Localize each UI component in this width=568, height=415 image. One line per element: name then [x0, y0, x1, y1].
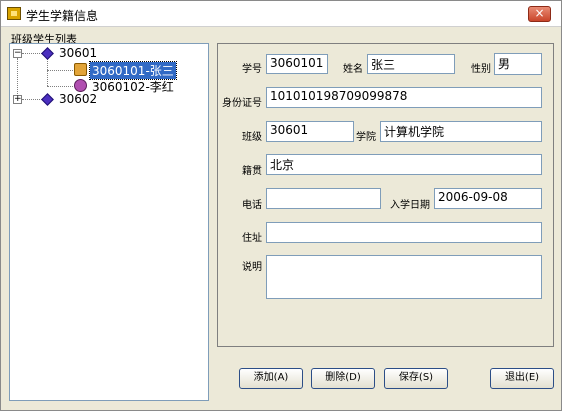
save-button[interactable]: 保存(S): [384, 368, 448, 389]
gender-field[interactable]: 男: [494, 53, 542, 75]
notes-textarea[interactable]: [266, 255, 542, 299]
student-edit-icon: [74, 63, 87, 76]
phone-label: 电话: [242, 200, 262, 211]
class-label: 班级: [242, 132, 262, 143]
id-number-field[interactable]: 101010198709099878: [266, 87, 542, 108]
name-field[interactable]: 张三: [367, 54, 455, 74]
tree-node-class-30602[interactable]: 30602: [59, 92, 97, 106]
native-place-field[interactable]: 北京: [266, 154, 542, 175]
expander-collapse-icon[interactable]: −: [13, 49, 22, 58]
exit-button[interactable]: 退出(E): [490, 368, 554, 389]
add-button[interactable]: 添加(A): [239, 368, 303, 389]
enroll-date-label: 入学日期: [390, 200, 430, 211]
native-place-label: 籍贯: [242, 166, 262, 177]
tree-node-student-3060101[interactable]: 3060101-张三: [89, 61, 177, 80]
student-detail-form: 学号 3060101 姓名 张三 性别 男 身份证号 1010101987090…: [217, 43, 554, 347]
student-id-field[interactable]: 3060101: [266, 54, 328, 74]
tree-connector: [47, 70, 73, 71]
address-label: 住址: [242, 233, 262, 244]
enroll-date-field[interactable]: 2006-09-08: [434, 188, 542, 209]
delete-button[interactable]: 删除(D): [311, 368, 375, 389]
class-field[interactable]: 30601: [266, 121, 354, 142]
gender-label: 性别: [471, 64, 491, 75]
class-diamond-icon: [41, 93, 54, 106]
id-number-label: 身份证号: [222, 98, 262, 109]
name-label: 姓名: [343, 64, 363, 75]
app-icon: [7, 7, 21, 20]
student-id-label: 学号: [242, 64, 262, 75]
tree-node-student-3060102[interactable]: 3060102-李红: [92, 78, 174, 95]
notes-label: 说明: [242, 262, 262, 273]
tree-connector: [47, 86, 73, 87]
college-label: 学院: [356, 132, 376, 143]
title-bar: 学生学籍信息 ×: [1, 1, 561, 27]
address-field[interactable]: [266, 222, 542, 243]
tree-connector: [22, 53, 42, 54]
student-info-window: 学生学籍信息 × 班级学生列表 − 30601 3060101-张三 30601…: [0, 0, 562, 411]
tree-connector: [47, 58, 48, 86]
expander-expand-icon[interactable]: +: [13, 95, 22, 104]
tree-connector: [22, 99, 42, 100]
window-title: 学生学籍信息: [26, 9, 99, 23]
close-button[interactable]: ×: [528, 6, 551, 22]
class-student-tree[interactable]: − 30601 3060101-张三 3060102-李红 + 30602: [9, 43, 209, 401]
college-field[interactable]: 计算机学院: [380, 121, 542, 142]
student-avatar-icon: [74, 79, 87, 92]
class-diamond-icon: [41, 47, 54, 60]
phone-field[interactable]: [266, 188, 381, 209]
tree-node-class-30601[interactable]: 30601: [59, 46, 97, 60]
